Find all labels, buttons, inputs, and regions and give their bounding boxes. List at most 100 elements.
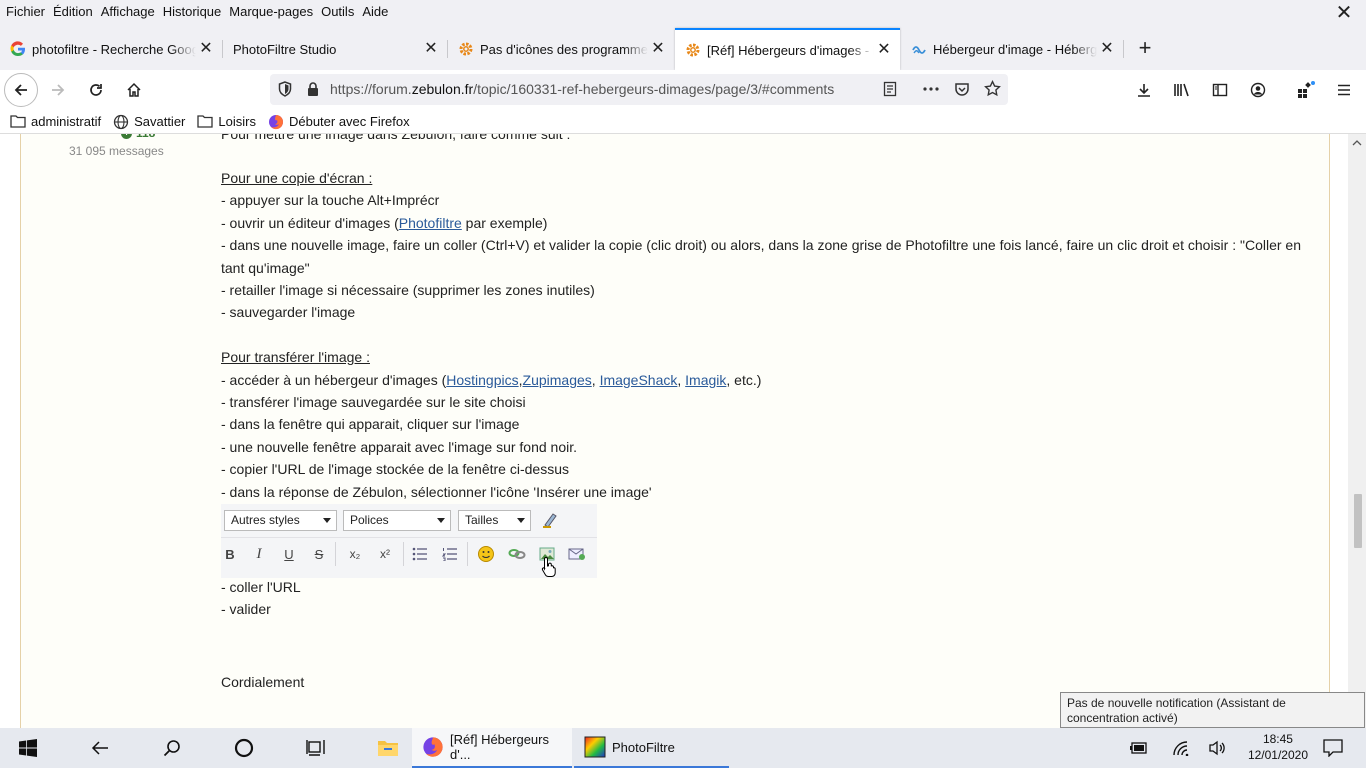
lock-icon[interactable]	[306, 81, 320, 100]
reload-icon	[90, 84, 102, 96]
message-count: 31 095 messages	[69, 144, 164, 158]
task-view-button[interactable]	[294, 728, 338, 768]
link-hostingpics[interactable]: Hostingpics	[446, 372, 518, 388]
tab-title: PhotoFiltre Studio	[233, 41, 337, 57]
menu-outils[interactable]: Outils	[317, 4, 358, 19]
taskbar-app-label: [Réf] Hébergeurs d'...	[450, 732, 549, 762]
windows-icon	[19, 739, 37, 757]
strikethrough-icon: S	[314, 546, 324, 562]
caret-down-icon	[323, 518, 331, 523]
menu-aide[interactable]: Aide	[358, 4, 392, 19]
menu-edition[interactable]: Édition	[49, 4, 97, 19]
url-text[interactable]: https://forum.zebulon.fr/topic/160331-re…	[330, 81, 834, 97]
bookmark-debuter-firefox[interactable]: Débuter avec Firefox	[268, 114, 410, 130]
divider	[467, 542, 468, 566]
pocket-icon[interactable]	[954, 81, 970, 100]
taskbar-clock[interactable]: 18:45 12/01/2020	[1248, 731, 1308, 763]
account-button[interactable]	[1242, 74, 1274, 106]
more-actions-icon[interactable]	[922, 81, 940, 100]
bookmark-star-icon[interactable]	[984, 79, 1001, 100]
insert-email-icon	[566, 544, 588, 564]
notification-tooltip: Pas de nouvelle notification (Assistant …	[1060, 692, 1365, 728]
tab-pas-d-icones[interactable]: Pas d'icônes des programmes ✕	[448, 28, 674, 70]
main-menu-button[interactable]	[1328, 74, 1360, 106]
account-icon	[1250, 82, 1266, 98]
menu-historique[interactable]: Historique	[159, 4, 226, 19]
text: ,	[677, 372, 686, 388]
bookmark-savattier[interactable]: Savattier	[113, 114, 185, 130]
cortana-icon	[234, 738, 254, 758]
tab-hebergeurs-images[interactable]: [Réf] Hébergeurs d'images - Page 3 ✕	[675, 28, 900, 70]
tab-title: [Réf] Hébergeurs d'images - Page 3	[707, 42, 874, 58]
vertical-scrollbar[interactable]	[1348, 134, 1366, 728]
post-line: - une nouvelle fenêtre apparait avec l'i…	[221, 439, 578, 455]
arrow-right-icon	[52, 84, 65, 96]
back-taskbar-button[interactable]	[78, 728, 122, 768]
shield-icon[interactable]	[278, 81, 292, 100]
volume-icon[interactable]	[1208, 738, 1228, 758]
smiley-icon	[475, 544, 497, 564]
taskbar: [Réf] Hébergeurs d'... PhotoFiltre 18:45…	[0, 728, 1366, 768]
post-closing: Cordialement	[221, 674, 305, 690]
taskbar-firefox[interactable]: [Réf] Hébergeurs d'...	[412, 728, 572, 768]
tab-photofiltre-studio[interactable]: PhotoFiltre Studio ✕	[223, 28, 447, 70]
wifi-icon[interactable]	[1171, 738, 1191, 758]
post-line: - accéder à un hébergeur d'images (Hosti…	[221, 372, 761, 388]
styles-dropdown: Autres styles	[224, 510, 337, 531]
library-button[interactable]	[1166, 74, 1198, 106]
tab-hebergeur-image[interactable]: Hébergeur d'image - Hébergeur ✕	[901, 28, 1123, 70]
post-line: - coller l'URL	[221, 579, 301, 595]
back-button[interactable]	[4, 73, 38, 107]
link-zupimages[interactable]: Zupimages	[523, 372, 592, 388]
close-window-button[interactable]: ✕	[1332, 3, 1356, 25]
battery-icon[interactable]	[1129, 738, 1149, 758]
reload-button[interactable]	[80, 74, 112, 106]
post-line: tant qu'image"	[221, 260, 310, 276]
close-icon[interactable]: ✕	[1097, 39, 1117, 59]
reader-view-icon[interactable]	[882, 81, 898, 100]
start-button[interactable]	[6, 728, 50, 768]
gear-icon	[458, 41, 474, 57]
search-button[interactable]	[150, 728, 194, 768]
scroll-up-icon[interactable]	[1352, 136, 1362, 146]
photofiltre-icon	[584, 736, 606, 758]
superscript-icon: x²	[380, 547, 390, 561]
tab-google-search[interactable]: photofiltre - Recherche Google ✕	[0, 28, 222, 70]
link-imageshack[interactable]: ImageShack	[600, 372, 678, 388]
bookmark-administratif[interactable]: administratif	[10, 114, 101, 130]
text: - accéder à un hébergeur d'images (	[221, 372, 447, 388]
divider	[335, 542, 336, 566]
new-tab-button[interactable]: +	[1132, 36, 1158, 62]
arrow-left-icon	[91, 741, 108, 755]
file-explorer-button[interactable]	[366, 728, 410, 768]
folder-icon	[378, 741, 398, 756]
notification-center-icon[interactable]	[1323, 738, 1343, 758]
sidebar-button[interactable]	[1204, 74, 1236, 106]
downloads-button[interactable]	[1128, 74, 1160, 106]
close-icon[interactable]: ✕	[421, 39, 441, 59]
post-heading-screenshot: Pour une copie d'écran :	[221, 170, 373, 186]
forward-button[interactable]	[42, 74, 74, 106]
close-icon[interactable]: ✕	[874, 40, 894, 60]
navigation-toolbar: https://forum.zebulon.fr/topic/160331-re…	[0, 70, 1366, 110]
close-icon[interactable]: ✕	[648, 39, 668, 59]
gear-icon	[685, 42, 701, 58]
extensions-icon	[1298, 81, 1315, 98]
menu-marque-pages[interactable]: Marque-pages	[225, 4, 317, 19]
close-icon[interactable]: ✕	[196, 39, 216, 59]
link-imagik[interactable]: Imagik	[685, 372, 726, 388]
cortana-button[interactable]	[222, 728, 266, 768]
divider	[403, 542, 404, 566]
home-button[interactable]	[118, 74, 150, 106]
bookmark-loisirs[interactable]: Loisirs	[197, 114, 256, 130]
menu-affichage[interactable]: Affichage	[97, 4, 159, 19]
url-path: /topic/160331-ref-hebergeurs-dimages/pag…	[473, 81, 835, 97]
globe-icon	[113, 114, 129, 130]
tab-title: Pas d'icônes des programmes	[480, 41, 648, 57]
menu-fichier[interactable]: Fichier	[2, 4, 49, 19]
url-bar[interactable]: https://forum.zebulon.fr/topic/160331-re…	[270, 74, 1008, 105]
scroll-thumb[interactable]	[1354, 494, 1362, 548]
taskbar-photofiltre[interactable]: PhotoFiltre	[574, 728, 729, 768]
link-photofiltre[interactable]: Photofiltre	[399, 215, 462, 231]
extensions-button[interactable]	[1290, 74, 1322, 106]
